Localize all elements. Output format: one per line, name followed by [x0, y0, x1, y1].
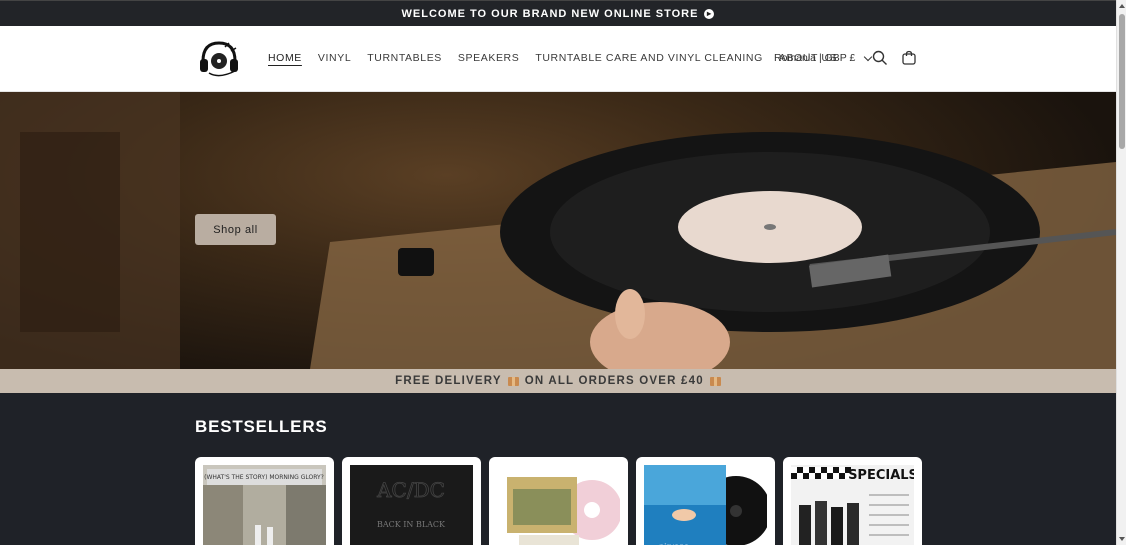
svg-text:AC/DC: AC/DC	[376, 478, 445, 502]
specials-cover[interactable]: SPECIALS	[791, 465, 914, 545]
product-card[interactable]: nirvana	[636, 457, 775, 545]
nirvana-nevermind-cover[interactable]: nirvana	[644, 465, 767, 545]
cover-text: SPECIALS	[848, 468, 914, 483]
bestsellers-section: BESTSELLERS (WHAT'S THE STORY) MORNING G…	[0, 393, 1116, 545]
product-card[interactable]: (WHAT'S THE STORY) MORNING GLORY?	[195, 457, 334, 545]
nav-item-turntables[interactable]: TURNTABLES	[367, 52, 442, 64]
scroll-down-icon[interactable]	[1119, 537, 1125, 541]
main-nav: HOME VINYL TURNTABLES SPEAKERS TURNTABLE…	[268, 52, 837, 64]
announcement-bar[interactable]: WELCOME TO OUR BRAND NEW ONLINE STORE ▸	[0, 0, 1116, 26]
cover-text: BACK IN BLACK	[377, 520, 446, 529]
headphones-logo-icon[interactable]	[195, 37, 243, 81]
promo-text-1: FREE DELIVERY	[395, 375, 502, 387]
locale-label: Romania | GBP £	[774, 52, 856, 64]
page-scrollbar[interactable]	[1116, 0, 1126, 545]
product-card[interactable]: AC/DC BACK IN BLACK	[342, 457, 481, 545]
turntable-image	[0, 92, 1116, 369]
section-title: BESTSELLERS	[195, 417, 328, 436]
shop-all-button[interactable]: Shop all	[195, 214, 276, 245]
free-delivery-banner: FREE DELIVERY ON ALL ORDERS OVER £40	[0, 369, 1116, 393]
hero-banner: Shop all	[0, 92, 1116, 369]
product-card[interactable]: SPECIALS	[783, 457, 922, 545]
country-currency-selector[interactable]: Romania | GBP £	[774, 52, 873, 64]
nav-item-turntable-care[interactable]: TURNTABLE CARE AND VINYL CLEANING	[535, 52, 763, 64]
nav-item-home[interactable]: HOME	[268, 52, 302, 64]
scrollbar-thumb[interactable]	[1119, 14, 1125, 149]
nav-item-speakers[interactable]: SPEAKERS	[458, 52, 519, 64]
cart-icon[interactable]	[901, 50, 917, 66]
package-icon	[507, 376, 519, 386]
acdc-back-in-black-cover[interactable]: AC/DC BACK IN BLACK	[350, 465, 473, 545]
product-card[interactable]	[489, 457, 628, 545]
product-grid: (WHAT'S THE STORY) MORNING GLORY? AC/DC …	[195, 457, 922, 545]
arrow-right-circle-icon[interactable]: ▸	[704, 8, 715, 19]
package-icon	[709, 376, 721, 386]
nav-item-vinyl[interactable]: VINYL	[318, 52, 351, 64]
announcement-text: WELCOME TO OUR BRAND NEW ONLINE STORE	[401, 7, 699, 20]
cover-text: (WHAT'S THE STORY) MORNING GLORY?	[204, 474, 324, 481]
site-header: HOME VINYL TURNTABLES SPEAKERS TURNTABLE…	[0, 26, 1116, 92]
promo-text-2: ON ALL ORDERS OVER £40	[524, 375, 704, 387]
oasis-pink-vinyl-cover[interactable]	[497, 465, 620, 545]
oasis-morning-glory-cover[interactable]: (WHAT'S THE STORY) MORNING GLORY?	[203, 465, 326, 545]
search-icon[interactable]	[872, 50, 888, 66]
scroll-up-icon[interactable]	[1119, 4, 1125, 8]
